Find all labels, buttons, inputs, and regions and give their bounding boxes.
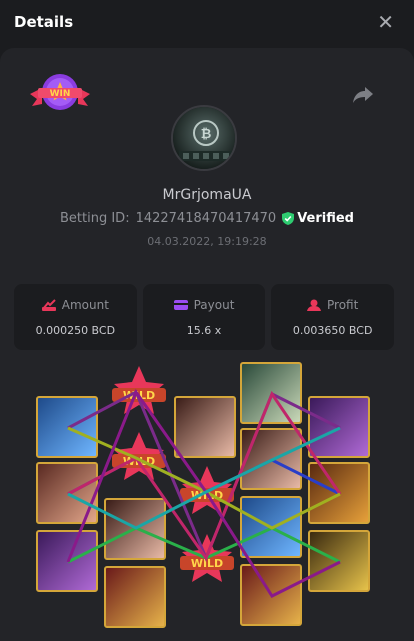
payout-label: Payout [193, 297, 235, 312]
profit-value: 0.003650 BCD [292, 323, 373, 337]
avatar-image: ₿ [173, 107, 235, 169]
amount-value: 0.000250 BCD [35, 323, 116, 337]
shield-check-icon [282, 212, 295, 225]
amount-label: Amount [61, 297, 109, 312]
modal-title: Details [14, 13, 74, 31]
username: MrGrjomaUA [162, 187, 252, 203]
amount-stat: Amount 0.000250 BCD [14, 284, 137, 350]
profit-stat: Profit 0.003650 BCD [271, 284, 395, 350]
modal-header: Details ✕ [0, 0, 414, 44]
slot-reels: WILD WILD WILD WILD [30, 358, 380, 634]
verified-badge: Verified [282, 211, 354, 226]
share-icon[interactable] [352, 86, 374, 104]
win-badge-text: WIN [50, 89, 71, 99]
verified-text: Verified [297, 211, 354, 226]
betting-id-value: 14227418470417470 [135, 211, 277, 226]
betting-id-label: Betting ID: [60, 211, 130, 226]
bet-datetime: 04.03.2022, 19:19:28 [147, 235, 267, 248]
payout-icon [173, 299, 188, 310]
bet-details-modal: Details ✕ WIN ₿ MrGrjomaUA Betting ID: 1… [0, 0, 414, 641]
profit-icon [307, 299, 322, 311]
amount-icon [41, 298, 56, 311]
close-icon[interactable]: ✕ [377, 12, 394, 32]
payout-value: 15.6 x [186, 323, 222, 337]
paylines [66, 388, 342, 598]
profit-label: Profit [327, 297, 359, 312]
avatar: ₿ [171, 105, 237, 171]
win-badge-icon: WIN [30, 74, 90, 110]
stats-row: Amount 0.000250 BCD Payout 15.6 x Profit… [14, 284, 395, 350]
details-card: WIN ₿ MrGrjomaUA Betting ID: 14227418470… [0, 48, 414, 641]
payout-stat: Payout 15.6 x [142, 284, 266, 350]
betting-id-row: Betting ID: 14227418470417470 Verified [0, 211, 414, 226]
svg-text:₿: ₿ [201, 127, 212, 142]
